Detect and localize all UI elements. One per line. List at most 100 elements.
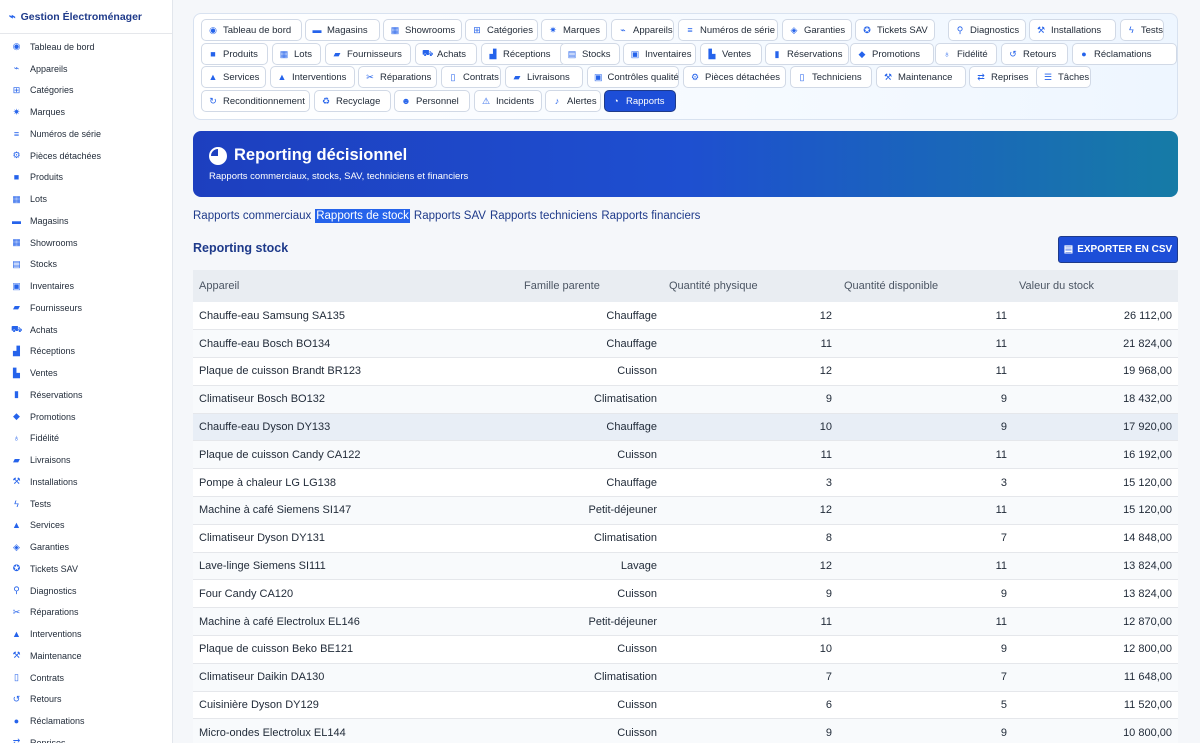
nav-pill[interactable]: ⇄ Reprises [969, 66, 1042, 88]
nav-pill[interactable]: ⌁ Appareils [611, 19, 674, 41]
nav-pill[interactable]: ϟ Tests [1120, 19, 1164, 41]
sidebar-item[interactable]: ▲ Services [0, 515, 172, 537]
sidebar-item[interactable]: ⊞ Catégories [0, 80, 172, 102]
column-header[interactable]: Appareil [193, 270, 518, 302]
sidebar-item[interactable]: ▤ Stocks [0, 254, 172, 276]
sidebar-item[interactable]: ▣ Inventaires [0, 275, 172, 297]
nav-pill[interactable]: ▦ Lots [272, 43, 321, 65]
nav-pill[interactable]: ⚲ Diagnostics [948, 19, 1026, 41]
sidebar-item[interactable]: ✷ Marques [0, 101, 172, 123]
sidebar-item[interactable]: ▰ Fournisseurs [0, 297, 172, 319]
column-header[interactable]: Valeur du stock [1013, 270, 1178, 302]
sidebar-item[interactable]: ⛟ Achats [0, 319, 172, 341]
table-row[interactable]: Machine à café Electrolux EL146 Petit-déj… [193, 607, 1178, 637]
nav-pill[interactable]: ✷ Marques [541, 19, 607, 41]
sidebar-item[interactable]: ▯ Contrats [0, 667, 172, 689]
nav-pill[interactable]: ↻ Reconditionnement [201, 90, 310, 112]
nav-pill[interactable]: ✪ Tickets SAV [855, 19, 935, 41]
sidebar-item[interactable]: ≡ Numéros de série [0, 123, 172, 145]
table-row[interactable]: Plaque de cuisson Beko BE121 Cuisson 10 9 12… [193, 635, 1178, 664]
nav-pill[interactable]: ♪ Alertes [545, 90, 601, 112]
sidebar-item[interactable]: ⚒ Installations [0, 471, 172, 493]
nav-pill[interactable]: ♻ Recyclage [314, 90, 391, 112]
nav-pill[interactable]: ↺ Retours [1001, 43, 1068, 65]
nav-pill[interactable]: ▲ Services [201, 66, 266, 88]
nav-pill[interactable]: ▮ Réservations [765, 43, 849, 65]
sidebar-item[interactable]: ◆ Promotions [0, 406, 172, 428]
nav-pill[interactable]: ● Réclamations [1072, 43, 1177, 65]
nav-pill[interactable]: ▰ Fournisseurs [325, 43, 411, 65]
report-tab[interactable]: Rapports commerciaux [193, 209, 311, 223]
nav-pill[interactable]: ⚠ Incidents [474, 90, 542, 112]
sidebar-item[interactable]: ▮ Réservations [0, 384, 172, 406]
nav-pill[interactable]: ▦ Showrooms [383, 19, 462, 41]
nav-pill[interactable]: ◈ Garanties [782, 19, 852, 41]
nav-pill[interactable]: ⛟ Achats [415, 43, 477, 65]
sidebar-item[interactable]: ▰ Livraisons [0, 449, 172, 471]
sidebar-item[interactable]: ◉ Tableau de bord [0, 36, 172, 58]
table-row[interactable]: Plaque de cuisson Brandt BR123 Cuisson 12 1… [193, 357, 1178, 386]
nav-pill[interactable]: ▟ Réceptions [481, 43, 567, 65]
sidebar-item[interactable]: ● Réclamations [0, 710, 172, 732]
nav-pill[interactable]: ▯ Contrats [441, 66, 501, 88]
table-row[interactable]: Lave-linge Siemens SI111 Lavage 12 11 13 824… [193, 552, 1178, 581]
report-tab[interactable]: Rapports financiers [601, 209, 700, 223]
nav-pill[interactable]: ■ Produits [201, 43, 268, 65]
nav-pill[interactable]: ≡ Numéros de série [678, 19, 778, 41]
nav-pill[interactable]: ☰ Tâches [1036, 66, 1091, 88]
nav-pill[interactable]: ⊞ Catégories [465, 19, 538, 41]
column-header[interactable]: Famille parente [518, 270, 663, 302]
sidebar-item[interactable]: ⇄ Reprises [0, 732, 172, 743]
sidebar-item[interactable]: ▲ Interventions [0, 623, 172, 645]
nav-pill[interactable]: ▯ Techniciens [790, 66, 872, 88]
sidebar-item[interactable]: ↺ Retours [0, 689, 172, 711]
app-brand[interactable]: ⌁ Gestion Électroménager [0, 0, 172, 34]
sidebar-item[interactable]: ⚲ Diagnostics [0, 580, 172, 602]
nav-pill[interactable]: ▣ Inventaires [623, 43, 696, 65]
nav-pill[interactable]: ⚒ Installations [1029, 19, 1116, 41]
export-csv-button[interactable]: ▤ EXPORTER EN CSV [1058, 236, 1178, 263]
sidebar-item[interactable]: ▬ Magasins [0, 210, 172, 232]
report-tab[interactable]: Rapports de stock [315, 209, 410, 223]
sidebar-item[interactable]: ■ Produits [0, 167, 172, 189]
nav-pill[interactable]: ▰ Livraisons [505, 66, 583, 88]
table-row[interactable]: Chauffe-eau Dyson DY133 Chauffage 10 9 17 92… [193, 413, 1178, 442]
nav-pill[interactable]: ◆ Promotions [850, 43, 934, 65]
sidebar-item[interactable]: ▙ Ventes [0, 362, 172, 384]
nav-pill[interactable]: ♁ Fidélité [935, 43, 997, 65]
sidebar-item[interactable]: ⚙ Pièces détachées [0, 145, 172, 167]
report-tab[interactable]: Rapports techniciens [490, 209, 597, 223]
column-header[interactable]: Quantité disponible [838, 270, 1013, 302]
table-row[interactable]: Four Candy CA120 Cuisson 9 9 13 824,00 [193, 579, 1178, 609]
nav-pill[interactable]: ▙ Ventes [700, 43, 762, 65]
nav-pill[interactable]: ▬ Magasins [305, 19, 380, 41]
sidebar-item[interactable]: ▟ Réceptions [0, 341, 172, 363]
nav-pill[interactable]: ⚙ Pièces détachées [683, 66, 786, 88]
table-row[interactable]: Machine à café Siemens SI147 Petit-déjeun… [193, 496, 1178, 525]
nav-pill[interactable]: ✂ Réparations [358, 66, 437, 88]
nav-pill[interactable]: ▲ Interventions [270, 66, 355, 88]
table-row[interactable]: Plaque de cuisson Candy CA122 Cuisson 11 11… [193, 440, 1178, 470]
table-row[interactable]: Chauffe-eau Bosch BO134 Chauffage 11 11 21 8… [193, 329, 1178, 359]
report-tab[interactable]: Rapports SAV [414, 209, 486, 223]
table-row[interactable]: Climatiseur Dyson DY131 Climatisation 8 7 14… [193, 524, 1178, 553]
sidebar-item[interactable]: ⚒ Maintenance [0, 645, 172, 667]
table-row[interactable]: Pompe à chaleur LG LG138 Chauffage 3 3 15 12… [193, 468, 1178, 498]
sidebar-item[interactable]: ϟ Tests [0, 493, 172, 515]
column-header[interactable]: Quantité physique [663, 270, 838, 302]
nav-pill[interactable]: ◔ Rapports [604, 90, 676, 112]
table-row[interactable]: Climatiseur Bosch BO132 Climatisation 9 9 18… [193, 385, 1178, 414]
table-row[interactable]: Cuisinière Dyson DY129 Cuisson 6 5 11 520,00 [193, 691, 1178, 720]
sidebar-item[interactable]: ▦ Lots [0, 188, 172, 210]
nav-pill[interactable]: ▤ Stocks [560, 43, 620, 65]
sidebar-item[interactable]: ◈ Garanties [0, 536, 172, 558]
sidebar-item[interactable]: ▦ Showrooms [0, 232, 172, 254]
nav-pill[interactable]: ◉ Tableau de bord [201, 19, 302, 41]
sidebar-item[interactable]: ⌁ Appareils [0, 58, 172, 80]
sidebar-item[interactable]: ♁ Fidélité [0, 428, 172, 450]
nav-pill[interactable]: ⚒ Maintenance [876, 66, 966, 88]
table-row[interactable]: Micro-ondes Electrolux EL144 Cuisson 9 9 10 … [193, 718, 1178, 743]
nav-pill[interactable]: ▣ Contrôles qualité [587, 66, 679, 88]
sidebar-item[interactable]: ✂ Réparations [0, 602, 172, 624]
table-row[interactable]: Climatiseur Daikin DA130 Climatisation 7 7 1… [193, 663, 1178, 692]
